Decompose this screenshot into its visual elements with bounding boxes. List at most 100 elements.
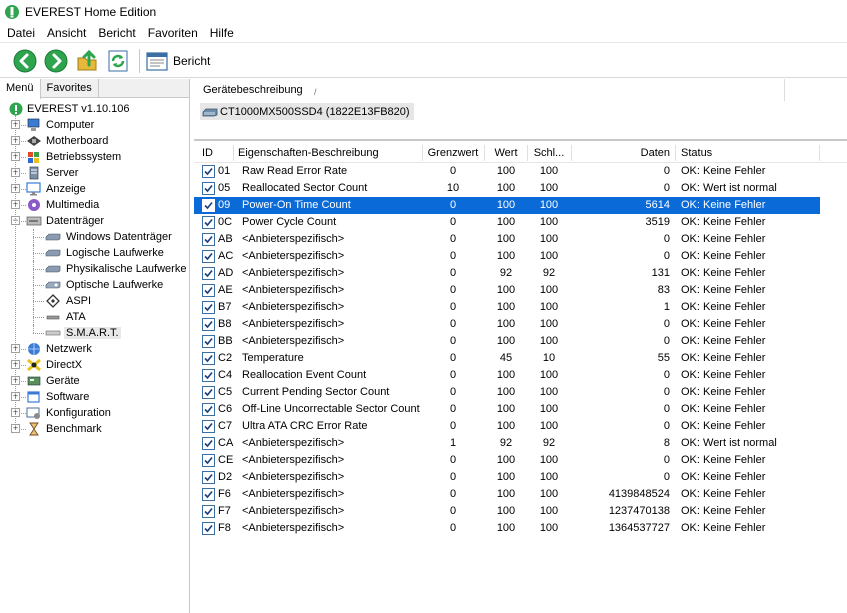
row-checkbox[interactable] [202, 505, 215, 518]
row-checkbox[interactable] [202, 318, 215, 331]
tree-item[interactable]: S.M.A.R.T. [0, 325, 188, 341]
row-checkbox[interactable] [202, 352, 215, 365]
row-checkbox[interactable] [202, 488, 215, 501]
column-header-data[interactable]: Daten [572, 143, 670, 163]
table-row[interactable]: AB <Anbieterspezifisch> 0 100 100 0 OK: Keine … [194, 231, 847, 248]
table-row[interactable]: CA <Anbieterspezifisch> 1 92 92 8 OK: Wert ist… [194, 435, 847, 452]
table-row[interactable]: AD <Anbieterspezifisch> 0 92 92 131 OK: Keine … [194, 265, 847, 282]
column-header-threshold[interactable]: Grenzwert [423, 143, 483, 163]
tree-item[interactable]: + Geräte [0, 373, 188, 389]
up-button[interactable] [74, 48, 100, 74]
row-checkbox[interactable] [202, 301, 215, 314]
tab-menu[interactable]: Menü [0, 79, 41, 99]
row-checkbox[interactable] [202, 233, 215, 246]
tree-item[interactable]: + Anzeige [0, 181, 188, 197]
menu-hilfe[interactable]: Hilfe [204, 23, 240, 43]
table-row[interactable]: C7 Ultra ATA CRC Error Rate 0 100 100 0 OK: Ke… [194, 418, 847, 435]
table-row[interactable]: B7 <Anbieterspezifisch> 0 100 100 1 OK: Keine … [194, 299, 847, 316]
cell-description: <Anbieterspezifisch> [242, 267, 345, 279]
table-row[interactable]: 05 Reallocated Sector Count 10 100 100 0 OK: W… [194, 180, 847, 197]
table-row[interactable]: D2 <Anbieterspezifisch> 0 100 100 0 OK: Keine … [194, 469, 847, 486]
tree-item[interactable]: + Benchmark [0, 421, 188, 437]
tree-item-label: Windows Datenträger [66, 231, 172, 243]
table-row[interactable]: AE <Anbieterspezifisch> 0 100 100 83 OK: Keine… [194, 282, 847, 299]
tree-item[interactable]: + Netzwerk [0, 341, 188, 357]
tree-item[interactable]: ATA [0, 309, 188, 325]
table-row[interactable]: BB <Anbieterspezifisch> 0 100 100 0 OK: Keine … [194, 333, 847, 350]
table-row[interactable]: C6 Off-Line Uncorrectable Sector Count 0 10… [194, 401, 847, 418]
table-row[interactable]: F6 <Anbieterspezifisch> 0 100 100 4139848524 O… [194, 486, 847, 503]
tree-item[interactable]: + Software [0, 389, 188, 405]
table-row[interactable]: 09 Power-On Time Count 0 100 100 5614 OK: Kein… [194, 197, 820, 214]
cell-data: 83 [657, 284, 670, 296]
table-row[interactable]: C5 Current Pending Sector Count 0 100 100 0 OK… [194, 384, 847, 401]
cell-id: AC [218, 250, 234, 262]
report-icon [146, 51, 168, 71]
checkmark-icon [204, 218, 213, 227]
row-checkbox[interactable] [202, 335, 215, 348]
devices-icon [27, 376, 41, 386]
column-header-description[interactable]: Eigenschaften-Beschreibung [238, 143, 379, 163]
row-checkbox[interactable] [202, 454, 215, 467]
menu-favoriten[interactable]: Favoriten [142, 23, 204, 43]
device-item[interactable]: CT1000MX500SSD4 (1822E13FB820) [200, 103, 414, 120]
tree-item-label: EVEREST v1.10.106 [27, 103, 130, 115]
row-checkbox[interactable] [202, 471, 215, 484]
table-row[interactable]: B8 <Anbieterspezifisch> 0 100 100 0 OK: Keine … [194, 316, 847, 333]
row-checkbox[interactable] [202, 199, 215, 212]
table-row[interactable]: F7 <Anbieterspezifisch> 0 100 100 1237470138 O… [194, 503, 847, 520]
tree-item[interactable]: + DirectX [0, 357, 188, 373]
table-row[interactable]: 01 Raw Read Error Rate 0 100 100 0 OK: Keine F… [194, 163, 847, 180]
row-checkbox[interactable] [202, 386, 215, 399]
tree-item[interactable]: + Server [0, 165, 188, 181]
tree-item[interactable]: Physikalische Laufwerke [0, 261, 188, 277]
cell-worst: 100 [539, 505, 559, 517]
checkmark-icon [204, 524, 213, 533]
tab-favorites[interactable]: Favorites [41, 79, 99, 97]
table-row[interactable]: C2 Temperature 0 45 10 55 OK: Keine Fehler [194, 350, 847, 367]
menu-datei[interactable]: Datei [0, 23, 41, 43]
tree-item[interactable]: Logische Laufwerke [0, 245, 188, 261]
row-checkbox[interactable] [202, 182, 215, 195]
column-header-worst[interactable]: Schl... [528, 143, 570, 163]
cell-worst: 100 [539, 386, 559, 398]
tree-item[interactable]: + Multimedia [0, 197, 188, 213]
cell-status: OK: Wert ist normal [681, 182, 777, 194]
tree-item[interactable]: + Konfiguration [0, 405, 188, 421]
table-row[interactable]: AC <Anbieterspezifisch> 0 100 100 0 OK: Keine … [194, 248, 847, 265]
tree-item[interactable]: − Datenträger [0, 213, 188, 229]
menu-bericht[interactable]: Bericht [92, 23, 141, 43]
row-checkbox[interactable] [202, 403, 215, 416]
tree-item[interactable]: ASPI [0, 293, 188, 309]
column-header-status[interactable]: Status [681, 143, 712, 163]
cell-description: Power-On Time Count [242, 199, 351, 211]
tree-item[interactable]: + Motherboard [0, 133, 188, 149]
row-checkbox[interactable] [202, 250, 215, 263]
forward-button[interactable] [43, 48, 69, 74]
drive-icon [45, 249, 61, 257]
tree-item[interactable]: + Computer [0, 117, 188, 133]
tree-item[interactable]: EVEREST v1.10.106 [0, 101, 188, 117]
table-row[interactable]: F8 <Anbieterspezifisch> 0 100 100 1364537727 O… [194, 520, 847, 537]
row-checkbox[interactable] [202, 522, 215, 535]
column-header-id[interactable]: ID [202, 143, 213, 163]
row-checkbox[interactable] [202, 165, 215, 178]
row-checkbox[interactable] [202, 369, 215, 382]
refresh-button[interactable] [105, 48, 131, 74]
table-row[interactable]: CE <Anbieterspezifisch> 0 100 100 0 OK: Keine … [194, 452, 847, 469]
row-checkbox[interactable] [202, 437, 215, 450]
table-row[interactable]: C4 Reallocation Event Count 0 100 100 0 OK: Ke… [194, 367, 847, 384]
row-checkbox[interactable] [202, 267, 215, 280]
directx-icon [27, 358, 41, 372]
tree-item[interactable]: Windows Datenträger [0, 229, 188, 245]
tree-item[interactable]: + Betriebssystem [0, 149, 188, 165]
tree-item[interactable]: Optische Laufwerke [0, 277, 188, 293]
back-button[interactable] [12, 48, 38, 74]
table-row[interactable]: 0C Power Cycle Count 0 100 100 3519 OK: Keine … [194, 214, 847, 231]
row-checkbox[interactable] [202, 420, 215, 433]
row-checkbox[interactable] [202, 216, 215, 229]
row-checkbox[interactable] [202, 284, 215, 297]
report-button[interactable]: Bericht [146, 50, 210, 72]
menu-ansicht[interactable]: Ansicht [41, 23, 92, 43]
column-header-value[interactable]: Wert [485, 143, 527, 163]
